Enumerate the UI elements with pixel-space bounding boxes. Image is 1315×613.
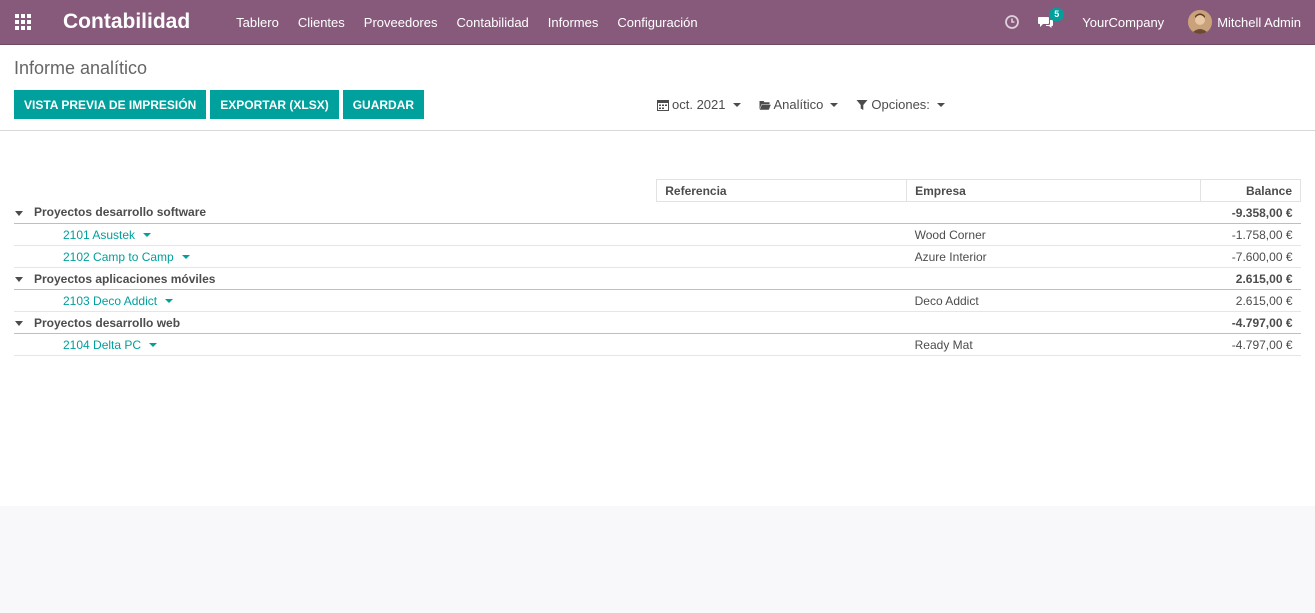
header-blank	[14, 179, 657, 202]
reference-cell	[656, 333, 907, 356]
group-partner-cell	[906, 311, 1201, 334]
partner-cell: Deco Addict	[906, 289, 1201, 312]
avatar	[1188, 10, 1213, 34]
options-filter[interactable]: Opciones:	[856, 97, 945, 112]
group-reference-cell	[656, 267, 907, 290]
user-menu[interactable]: Mitchell Admin	[1188, 10, 1301, 34]
reference-cell	[656, 245, 907, 268]
group-partner-cell	[906, 201, 1201, 224]
table-row: 2104 Delta PC Ready Mat -4.797,00 €	[14, 333, 1301, 356]
chevron-down-icon	[830, 102, 839, 107]
app-brand[interactable]: Contabilidad	[63, 10, 190, 34]
export-xlsx-button[interactable]: EXPORTAR (XLSX)	[210, 90, 339, 119]
chevron-down-icon	[936, 102, 945, 107]
page-title: Informe analítico	[14, 58, 148, 78]
caret-down-icon[interactable]	[143, 232, 152, 237]
apps-menu-icon[interactable]	[0, 0, 45, 44]
analytic-filter-label: Analítico	[773, 97, 824, 112]
group-reference-cell	[656, 311, 907, 334]
group-balance: 2.615,00 €	[1200, 267, 1301, 290]
menu-item-proveedores[interactable]: Proveedores	[364, 15, 438, 30]
group-name: Proyectos desarrollo software	[34, 205, 207, 220]
balance-cell: -1.758,00 €	[1200, 223, 1301, 246]
filter-icon	[856, 99, 868, 110]
balance-cell: -7.600,00 €	[1200, 245, 1301, 268]
folder-open-icon	[759, 100, 771, 110]
table-header-row: Referencia Empresa Balance	[14, 179, 1301, 202]
calendar-icon	[657, 99, 669, 111]
group-name-cell[interactable]: Proyectos desarrollo software	[14, 201, 657, 224]
caret-down-icon[interactable]	[149, 342, 158, 347]
caret-down-icon[interactable]	[165, 298, 174, 303]
header-partner[interactable]: Empresa	[906, 179, 1201, 202]
caret-down-icon	[15, 277, 23, 282]
caret-down-icon	[15, 321, 23, 326]
activity-clock-icon[interactable]	[1004, 14, 1020, 30]
analytic-report-table: Referencia Empresa Balance Proyectos des…	[14, 179, 1301, 356]
account-name: 2101 Asustek	[63, 227, 136, 242]
group-row[interactable]: Proyectos desarrollo software -9.358,00 …	[14, 201, 1301, 224]
save-button[interactable]: GUARDAR	[342, 90, 425, 119]
report-filters: oct. 2021 Analítico Opciones:	[657, 97, 963, 112]
user-name: Mitchell Admin	[1217, 14, 1301, 30]
account-name: 2102 Camp to Camp	[63, 249, 174, 264]
table-row: 2103 Deco Addict Deco Addict 2.615,00 €	[14, 289, 1301, 312]
top-navbar: Contabilidad Tablero Clientes Proveedore…	[0, 0, 1315, 45]
reference-cell	[656, 223, 907, 246]
table-row: 2101 Asustek Wood Corner -1.758,00 €	[14, 223, 1301, 246]
balance-cell: -4.797,00 €	[1200, 333, 1301, 356]
company-switcher[interactable]: YourCompany	[1082, 15, 1164, 30]
menu-item-tablero[interactable]: Tablero	[236, 15, 279, 30]
caret-down-icon	[15, 210, 23, 216]
balance-cell: 2.615,00 €	[1200, 289, 1301, 312]
group-row[interactable]: Proyectos desarrollo web -4.797,00 €	[14, 311, 1301, 334]
control-panel: Informe analítico VISTA PREVIA DE IMPRES…	[0, 45, 1315, 131]
menu-item-configuracion[interactable]: Configuración	[617, 15, 697, 30]
caret-down-icon[interactable]	[181, 254, 190, 259]
group-name-cell[interactable]: Proyectos aplicaciones móviles	[14, 267, 657, 290]
account-cell[interactable]: 2102 Camp to Camp	[14, 245, 657, 268]
menu-item-informes[interactable]: Informes	[548, 15, 599, 30]
analytic-filter[interactable]: Analítico	[759, 97, 839, 112]
group-name-cell[interactable]: Proyectos desarrollo web	[14, 311, 657, 334]
header-balance[interactable]: Balance	[1200, 179, 1301, 202]
print-preview-button[interactable]: VISTA PREVIA DE IMPRESIÓN	[14, 90, 207, 119]
account-name: 2104 Delta PC	[63, 337, 142, 352]
report-buttons: VISTA PREVIA DE IMPRESIÓN EXPORTAR (XLSX…	[14, 90, 428, 119]
group-row[interactable]: Proyectos aplicaciones móviles 2.615,00 …	[14, 267, 1301, 290]
chat-counter-badge: 5	[1049, 8, 1065, 21]
main-menu: Tablero Clientes Proveedores Contabilida…	[236, 15, 716, 30]
group-name: Proyectos desarrollo web	[34, 315, 181, 330]
reference-cell	[656, 289, 907, 312]
group-balance: -4.797,00 €	[1200, 311, 1301, 334]
partner-cell: Wood Corner	[906, 223, 1201, 246]
account-cell[interactable]: 2104 Delta PC	[14, 333, 657, 356]
account-cell[interactable]: 2101 Asustek	[14, 223, 657, 246]
navbar-systray: 5 YourCompany Mitchell Admin	[1004, 0, 1315, 44]
date-filter[interactable]: oct. 2021	[657, 97, 741, 112]
grid-icon	[14, 14, 31, 30]
date-filter-label: oct. 2021	[672, 97, 726, 112]
account-name: 2103 Deco Addict	[63, 293, 158, 308]
chevron-down-icon	[732, 102, 741, 107]
messaging-menu[interactable]: 5	[1038, 8, 1065, 30]
header-reference[interactable]: Referencia	[656, 179, 908, 202]
options-filter-label: Opciones:	[871, 97, 930, 112]
menu-item-contabilidad[interactable]: Contabilidad	[457, 15, 529, 30]
partner-cell: Azure Interior	[906, 245, 1201, 268]
menu-item-clientes[interactable]: Clientes	[298, 15, 345, 30]
partner-cell: Ready Mat	[906, 333, 1201, 356]
table-row: 2102 Camp to Camp Azure Interior -7.600,…	[14, 245, 1301, 268]
account-cell[interactable]: 2103 Deco Addict	[14, 289, 657, 312]
report-content: Referencia Empresa Balance Proyectos des…	[0, 131, 1315, 506]
group-partner-cell	[906, 267, 1201, 290]
group-balance: -9.358,00 €	[1200, 201, 1301, 224]
group-name: Proyectos aplicaciones móviles	[34, 271, 216, 286]
user-avatar-icon	[1188, 10, 1213, 34]
group-reference-cell	[656, 201, 907, 224]
